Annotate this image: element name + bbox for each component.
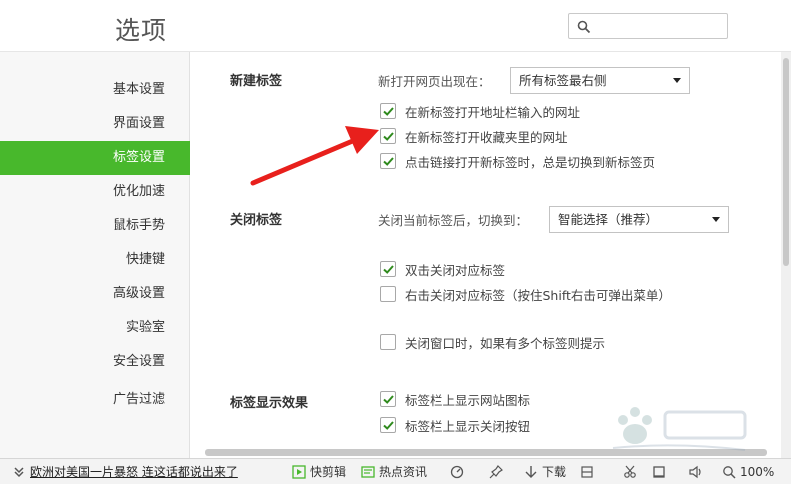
option-show-close-button[interactable]: 标签栏上显示关闭按钮 <box>380 416 530 434</box>
play-icon <box>292 465 306 479</box>
option-label: 双击关闭对应标签 <box>405 262 506 278</box>
sidebar-item-basic[interactable]: 基本设置 <box>0 73 190 107</box>
checkbox-checked[interactable] <box>380 103 396 119</box>
settings-content: 新建标签 新打开网页出现在： 所有标签最右侧 在新标签打开地址栏输入的网址 在新… <box>191 52 781 447</box>
baidu-watermark-logo <box>612 407 747 451</box>
download-button[interactable]: 下载 <box>524 459 566 484</box>
option-label: 标签栏上显示网站图标 <box>405 392 531 408</box>
option-double-click-close[interactable]: 双击关闭对应标签 <box>380 260 505 278</box>
annotation-arrow <box>250 126 379 186</box>
tool-icon <box>581 466 593 478</box>
download-label: 下载 <box>542 465 567 479</box>
option-switch-to-new-tab[interactable]: 点击链接打开新标签时，总是切换到新标签页 <box>380 152 655 170</box>
header: 选项 <box>0 0 791 52</box>
checkbox-checked[interactable] <box>380 417 396 433</box>
option-address-bar-new-tab[interactable]: 在新标签打开地址栏输入的网址 <box>380 102 580 120</box>
vertical-scrollbar[interactable] <box>781 52 791 458</box>
window-icon <box>653 466 665 478</box>
checkbox-unchecked[interactable] <box>380 334 396 350</box>
sidebar-item-security[interactable]: 安全设置 <box>0 345 190 379</box>
zoom-icon <box>723 466 736 479</box>
open-position-select[interactable]: 所有标签最右侧 <box>510 67 690 94</box>
sidebar-item-optimize[interactable]: 优化加速 <box>0 175 190 209</box>
option-show-site-icon[interactable]: 标签栏上显示网站图标 <box>380 390 530 408</box>
download-arrow-icon <box>525 466 537 478</box>
status-bar: 欧洲对美国一片暴怒 连这话都说出来了 快剪辑 热点资讯 下载 100% <box>0 458 791 484</box>
sidebar-item-shortcuts[interactable]: 快捷键 <box>0 243 190 277</box>
hot-news-label: 热点资讯 <box>379 465 428 479</box>
option-close-window-prompt[interactable]: 关闭窗口时，如果有多个标签则提示 <box>380 333 605 351</box>
option-label: 关闭窗口时，如果有多个标签则提示 <box>405 335 606 351</box>
speaker-icon <box>689 465 701 479</box>
option-label: 点击链接打开新标签时，总是切换到新标签页 <box>405 154 656 170</box>
chevron-down-icon <box>712 217 720 222</box>
zoom-control[interactable]: 100% <box>722 459 774 484</box>
checkbox-checked[interactable] <box>380 391 396 407</box>
sidebar-item-gestures[interactable]: 鼠标手势 <box>0 209 190 243</box>
section-title-tab-display: 标签显示效果 <box>230 396 309 411</box>
news-icon <box>361 466 375 478</box>
sound-button[interactable] <box>688 459 706 484</box>
open-position-value: 所有标签最右侧 <box>519 73 607 88</box>
screenshot-button[interactable] <box>623 459 641 484</box>
unknown-tool-button[interactable] <box>580 459 598 484</box>
quick-edit-button[interactable]: 快剪辑 <box>292 459 346 484</box>
page-title: 选项 <box>115 16 168 45</box>
option-label: 右击关闭对应标签（按住Shift右击可弹出菜单） <box>405 287 671 303</box>
vertical-scroll-thumb[interactable] <box>783 58 789 266</box>
option-label: 在新标签打开收藏夹里的网址 <box>405 129 568 145</box>
search-icon <box>577 20 591 34</box>
checkbox-checked[interactable] <box>380 261 396 277</box>
quick-edit-label: 快剪辑 <box>310 465 347 479</box>
options-window: 选项 基本设置 界面设置 标签设置 优化加速 鼠标手势 快捷键 高级设置 实验室… <box>0 0 791 484</box>
chevron-double-down-icon <box>14 467 24 478</box>
chevron-down-icon <box>673 78 681 83</box>
scissors-icon <box>624 465 636 478</box>
sidebar-item-adblock[interactable]: 广告过滤 <box>0 383 190 417</box>
pin-icon <box>489 465 503 479</box>
option-favorites-new-tab[interactable]: 在新标签打开收藏夹里的网址 <box>380 127 568 145</box>
pin-button[interactable] <box>489 459 507 484</box>
sidebar: 基本设置 界面设置 标签设置 优化加速 鼠标手势 快捷键 高级设置 实验室 安全… <box>0 52 190 458</box>
window-button[interactable] <box>652 459 670 484</box>
hot-news-button[interactable]: 热点资讯 <box>361 459 427 484</box>
news-link[interactable]: 欧洲对美国一片暴怒 连这话都说出来了 <box>30 459 238 484</box>
close-switch-select[interactable]: 智能选择（推荐） <box>549 206 729 233</box>
close-switch-label: 关闭当前标签后，切换到： <box>378 213 529 228</box>
speedometer-icon <box>450 465 464 479</box>
option-label: 在新标签打开地址栏输入的网址 <box>405 104 581 120</box>
sidebar-item-interface[interactable]: 界面设置 <box>0 107 190 141</box>
option-right-click-close[interactable]: 右击关闭对应标签（按住Shift右击可弹出菜单） <box>380 285 671 303</box>
section-title-new-tab: 新建标签 <box>230 74 283 89</box>
news-ticker[interactable]: 欧洲对美国一片暴怒 连这话都说出来了 <box>12 459 238 484</box>
open-position-label: 新打开网页出现在： <box>378 74 491 89</box>
checkbox-unchecked[interactable] <box>380 286 396 302</box>
close-switch-value: 智能选择（推荐） <box>558 212 659 227</box>
option-label: 标签栏上显示关闭按钮 <box>405 418 531 434</box>
sidebar-item-advanced[interactable]: 高级设置 <box>0 277 190 311</box>
speed-icon-button[interactable] <box>450 459 468 484</box>
sidebar-item-lab[interactable]: 实验室 <box>0 311 190 345</box>
zoom-value: 100% <box>740 465 775 479</box>
search-input[interactable] <box>568 13 728 39</box>
sidebar-item-tabs[interactable]: 标签设置 <box>0 141 190 175</box>
section-title-close-tab: 关闭标签 <box>230 213 283 228</box>
